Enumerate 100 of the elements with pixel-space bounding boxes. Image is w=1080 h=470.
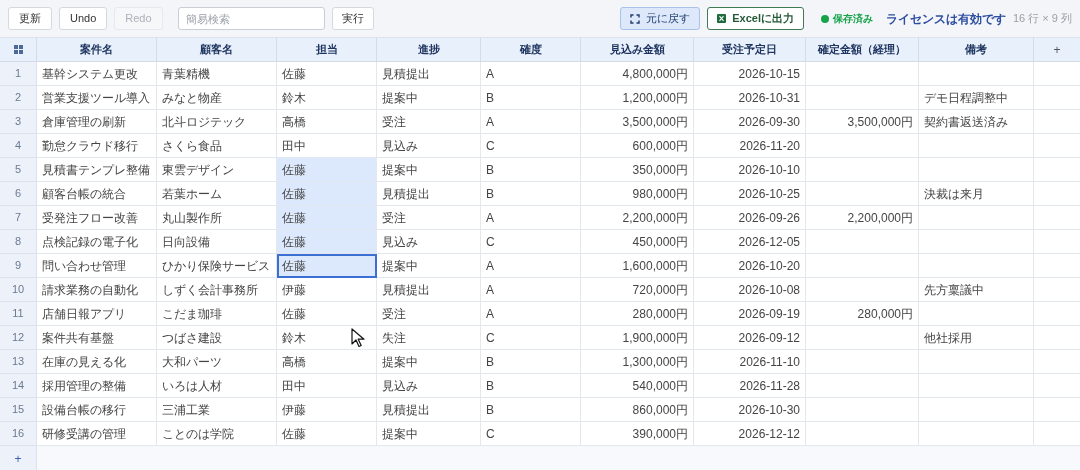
table-cell[interactable]: [806, 86, 919, 110]
table-cell[interactable]: 720,000円: [581, 278, 694, 302]
table-cell[interactable]: [806, 230, 919, 254]
table-cell[interactable]: 三浦工業: [157, 398, 277, 422]
table-cell[interactable]: 採用管理の整備: [37, 374, 157, 398]
table-cell[interactable]: [806, 278, 919, 302]
column-header[interactable]: 案件名: [37, 38, 157, 61]
table-cell[interactable]: 見込み: [377, 134, 481, 158]
table-cell[interactable]: 3,500,000円: [806, 110, 919, 134]
table-cell[interactable]: 860,000円: [581, 398, 694, 422]
table-cell[interactable]: つばさ建設: [157, 326, 277, 350]
table-cell[interactable]: 600,000円: [581, 134, 694, 158]
table-cell[interactable]: いろは人材: [157, 374, 277, 398]
table-cell[interactable]: 390,000円: [581, 422, 694, 446]
table-cell[interactable]: 佐藤: [277, 422, 377, 446]
table-cell[interactable]: 2026-09-19: [694, 302, 806, 326]
table-cell[interactable]: 280,000円: [806, 302, 919, 326]
table-cell[interactable]: [806, 350, 919, 374]
table-cell[interactable]: 2026-09-26: [694, 206, 806, 230]
table-cell[interactable]: C: [481, 326, 581, 350]
table-cell[interactable]: 2026-11-28: [694, 374, 806, 398]
table-cell[interactable]: [919, 254, 1034, 278]
table-cell[interactable]: ひかり保険サービス: [157, 254, 277, 278]
toolbar-button[interactable]: 更新: [8, 7, 52, 30]
table-cell[interactable]: [1034, 206, 1080, 230]
table-cell[interactable]: 大和パーツ: [157, 350, 277, 374]
table-cell[interactable]: [919, 134, 1034, 158]
table-cell[interactable]: 鈴木: [277, 86, 377, 110]
table-cell[interactable]: 佐藤: [277, 62, 377, 86]
table-cell[interactable]: 伊藤: [277, 398, 377, 422]
table-cell[interactable]: 鈴木: [277, 326, 377, 350]
table-cell[interactable]: [806, 374, 919, 398]
restore-button[interactable]: 元に戻す: [620, 7, 701, 30]
excel-export-button[interactable]: Excelに出力: [707, 7, 804, 30]
table-cell[interactable]: 2026-11-20: [694, 134, 806, 158]
table-cell[interactable]: 1,200,000円: [581, 86, 694, 110]
column-header[interactable]: 担当: [277, 38, 377, 61]
table-cell[interactable]: 1,900,000円: [581, 326, 694, 350]
table-cell[interactable]: 田中: [277, 374, 377, 398]
table-cell[interactable]: 佐藤: [277, 254, 377, 278]
table-cell[interactable]: [1034, 110, 1080, 134]
table-cell[interactable]: 受発注フロー改善: [37, 206, 157, 230]
table-cell[interactable]: [919, 62, 1034, 86]
table-cell[interactable]: 2026-10-15: [694, 62, 806, 86]
table-cell[interactable]: 2026-10-08: [694, 278, 806, 302]
table-cell[interactable]: B: [481, 158, 581, 182]
table-cell[interactable]: 決裁は来月: [919, 182, 1034, 206]
table-cell[interactable]: C: [481, 422, 581, 446]
table-cell[interactable]: [1034, 254, 1080, 278]
table-cell[interactable]: みなと物産: [157, 86, 277, 110]
table-cell[interactable]: 伊藤: [277, 278, 377, 302]
table-cell[interactable]: 2026-10-20: [694, 254, 806, 278]
table-cell[interactable]: 見積提出: [377, 398, 481, 422]
table-cell[interactable]: [919, 398, 1034, 422]
table-cell[interactable]: こだま珈琲: [157, 302, 277, 326]
column-header[interactable]: 進捗: [377, 38, 481, 61]
table-cell[interactable]: 2,200,000円: [806, 206, 919, 230]
table-cell[interactable]: 2026-09-12: [694, 326, 806, 350]
table-cell[interactable]: 4,800,000円: [581, 62, 694, 86]
search-field[interactable]: 簡易検索: [177, 7, 325, 30]
table-cell[interactable]: 高橋: [277, 110, 377, 134]
table-cell[interactable]: [1034, 62, 1080, 86]
table-cell[interactable]: B: [481, 374, 581, 398]
table-cell[interactable]: [806, 398, 919, 422]
table-cell[interactable]: C: [481, 230, 581, 254]
table-cell[interactable]: 佐藤: [277, 182, 377, 206]
table-cell[interactable]: A: [481, 62, 581, 86]
column-header[interactable]: 見込み金額: [581, 38, 694, 61]
table-cell[interactable]: 見積書テンプレ整備: [37, 158, 157, 182]
table-cell[interactable]: 日向設備: [157, 230, 277, 254]
table-cell[interactable]: 見込み: [377, 230, 481, 254]
column-header[interactable]: 確度: [481, 38, 581, 61]
table-cell[interactable]: 980,000円: [581, 182, 694, 206]
table-cell[interactable]: 2026-10-31: [694, 86, 806, 110]
table-cell[interactable]: A: [481, 278, 581, 302]
table-cell[interactable]: 点検記録の電子化: [37, 230, 157, 254]
table-cell[interactable]: B: [481, 182, 581, 206]
table-cell[interactable]: 350,000円: [581, 158, 694, 182]
table-cell[interactable]: 2,200,000円: [581, 206, 694, 230]
table-cell[interactable]: 店舗日報アプリ: [37, 302, 157, 326]
table-cell[interactable]: 田中: [277, 134, 377, 158]
table-cell[interactable]: [919, 206, 1034, 230]
table-cell[interactable]: [1034, 374, 1080, 398]
table-cell[interactable]: 2026-09-30: [694, 110, 806, 134]
table-cell[interactable]: [919, 302, 1034, 326]
table-cell[interactable]: A: [481, 110, 581, 134]
table-cell[interactable]: 他社採用: [919, 326, 1034, 350]
table-cell[interactable]: B: [481, 350, 581, 374]
table-cell[interactable]: 先方稟議中: [919, 278, 1034, 302]
table-cell[interactable]: 若葉ホーム: [157, 182, 277, 206]
table-cell[interactable]: 2026-10-30: [694, 398, 806, 422]
table-cell[interactable]: 540,000円: [581, 374, 694, 398]
table-cell[interactable]: 契約書返送済み: [919, 110, 1034, 134]
table-cell[interactable]: さくら食品: [157, 134, 277, 158]
table-cell[interactable]: B: [481, 86, 581, 110]
table-cell[interactable]: 請求業務の自動化: [37, 278, 157, 302]
table-cell[interactable]: 280,000円: [581, 302, 694, 326]
table-cell[interactable]: 案件共有基盤: [37, 326, 157, 350]
table-cell[interactable]: 青葉精機: [157, 62, 277, 86]
table-cell[interactable]: 2026-10-10: [694, 158, 806, 182]
